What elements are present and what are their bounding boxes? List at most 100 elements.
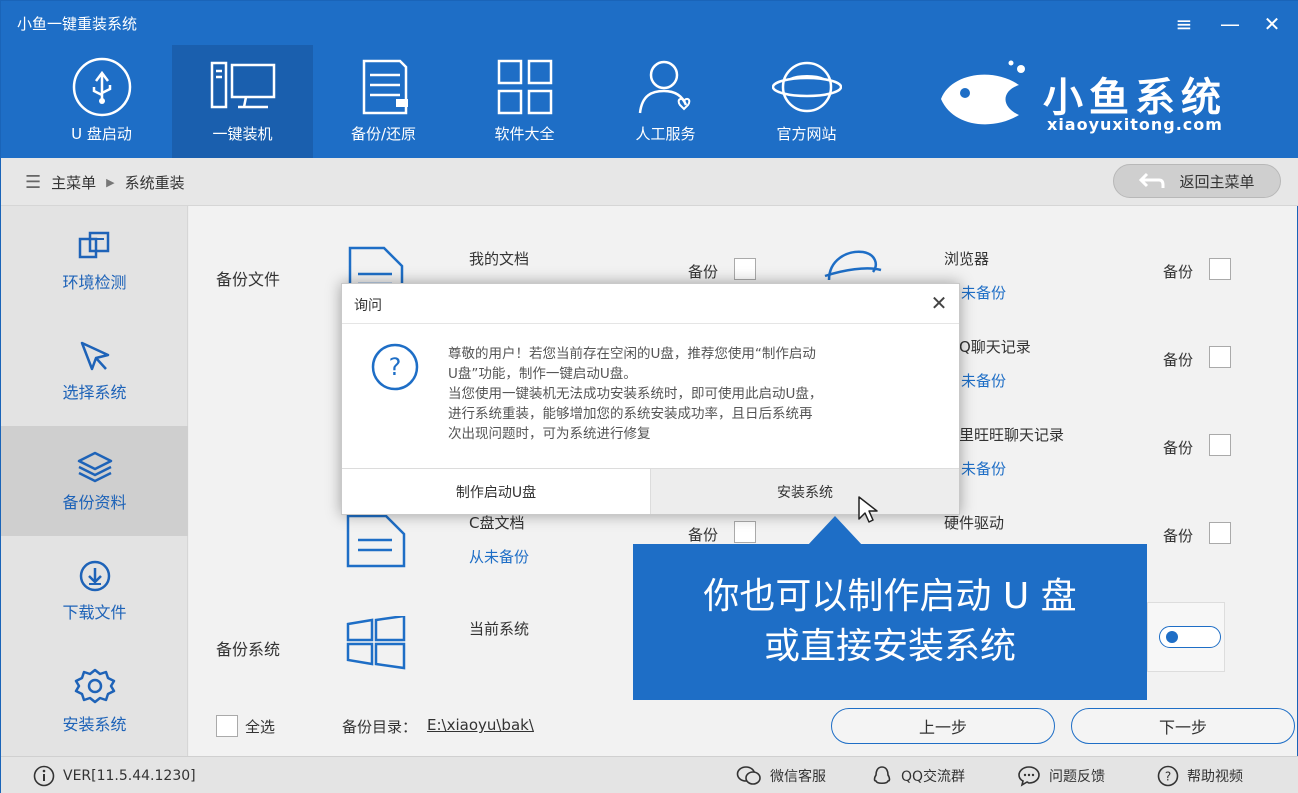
env-check-icon bbox=[78, 231, 109, 259]
sidebar-item-install[interactable]: 安装系统 bbox=[1, 646, 188, 756]
select-all-checkbox[interactable] bbox=[216, 715, 238, 737]
backup-label: 备份 bbox=[1163, 439, 1194, 457]
sidebar-label: 下载文件 bbox=[62, 603, 127, 622]
dialog-line: 尊敬的用户！若您当前存在空闲的U盘，推荐您使用“制作启动 bbox=[448, 346, 816, 362]
callout-line: 或直接安装系统 bbox=[763, 626, 1016, 667]
breadcrumb-separator: ▶ bbox=[106, 176, 115, 189]
document-icon bbox=[346, 514, 406, 568]
nav-label: 一键装机 bbox=[212, 125, 273, 143]
dialog-title: 询问 bbox=[354, 298, 382, 314]
mouse-cursor-icon bbox=[858, 496, 878, 523]
link-label: QQ交流群 bbox=[901, 769, 966, 785]
wechat-support-link[interactable]: 微信客服 bbox=[736, 765, 826, 787]
row-status: 未备份 bbox=[961, 460, 1007, 478]
nav-label: 官方网站 bbox=[776, 125, 837, 143]
download-icon bbox=[79, 560, 110, 592]
backup-label: 备份 bbox=[1163, 263, 1194, 281]
monitor-icon bbox=[208, 55, 278, 119]
callout-pointer bbox=[807, 516, 863, 546]
sidebar-item-select-system[interactable]: 选择系统 bbox=[1, 316, 188, 426]
app-title: 小鱼一键重装系统 bbox=[17, 15, 138, 33]
nav-one-click-install[interactable]: 一键装机 bbox=[172, 45, 313, 158]
dialog-line: 次出现问题时，可为系统进行修复 bbox=[448, 426, 651, 442]
cursor-icon bbox=[80, 341, 109, 371]
info-icon bbox=[33, 765, 55, 787]
row-title: 硬件驱动 bbox=[944, 514, 1005, 532]
dialog-close-icon[interactable]: ✕ bbox=[926, 290, 952, 316]
sidebar-item-env-check[interactable]: 环境检测 bbox=[1, 206, 188, 316]
back-arrow-icon bbox=[1139, 172, 1165, 188]
windows-icon bbox=[346, 616, 406, 670]
backup-checkbox[interactable] bbox=[734, 521, 756, 543]
backup-checkbox[interactable] bbox=[1209, 434, 1231, 456]
bottom-bar: 全选 备份目录： E:\xiaoyu\bak\ 上一步 下一步 bbox=[189, 704, 1297, 756]
row-title: Q聊天记录 bbox=[959, 338, 1031, 356]
backup-dir-link[interactable]: E:\xiaoyu\bak\ bbox=[427, 716, 534, 734]
backup-checkbox[interactable] bbox=[1209, 258, 1231, 280]
back-button-label: 返回主菜单 bbox=[1179, 172, 1255, 191]
dialog-message: 尊敬的用户！若您当前存在空闲的U盘，推荐您使用“制作启动 U盘”功能，制作一键启… bbox=[448, 344, 928, 444]
link-label: 帮助视频 bbox=[1187, 769, 1243, 785]
backup-label: 备份 bbox=[1163, 351, 1194, 369]
prev-step-button[interactable]: 上一步 bbox=[831, 708, 1055, 744]
menu-icon[interactable]: ≡ bbox=[1169, 9, 1199, 39]
breadcrumb-current: 系统重装 bbox=[124, 174, 185, 192]
nav-label: 人工服务 bbox=[635, 125, 696, 143]
sidebar-item-backup[interactable]: 备份资料 bbox=[1, 426, 188, 536]
sidebar-label: 环境检测 bbox=[62, 273, 127, 292]
backup-dir-label: 备份目录： bbox=[342, 718, 418, 736]
nav-backup-restore[interactable]: 备份/还原 bbox=[313, 45, 454, 158]
breadcrumb-root[interactable]: 主菜单 bbox=[51, 172, 96, 193]
row-status: 从未备份 bbox=[469, 548, 530, 566]
back-to-main-button[interactable]: 返回主菜单 bbox=[1113, 164, 1281, 198]
next-step-button[interactable]: 下一步 bbox=[1071, 708, 1295, 744]
nav-usb-boot[interactable]: U 盘启动 bbox=[31, 45, 172, 158]
svg-text:?: ? bbox=[1165, 770, 1171, 784]
question-icon: ? bbox=[371, 343, 419, 391]
top-nav: U 盘启动 一键装机 备份/还原 软件大全 人工服务 官方网站 bbox=[31, 45, 877, 158]
qq-icon bbox=[873, 766, 891, 785]
row-status: 未备份 bbox=[961, 284, 1007, 302]
version-text: VER[11.5.44.1230] bbox=[63, 768, 196, 784]
grid-icon bbox=[490, 55, 560, 119]
nav-website[interactable]: 官方网站 bbox=[736, 45, 877, 158]
backup-checkbox[interactable] bbox=[734, 258, 756, 280]
help-video-link[interactable]: ? 帮助视频 bbox=[1157, 765, 1243, 787]
sidebar-label: 安装系统 bbox=[62, 715, 127, 734]
browser-icon bbox=[824, 250, 882, 281]
tip-callout: 你也可以制作启动 U 盘 或直接安装系统 bbox=[633, 544, 1147, 700]
backup-system-toggle[interactable] bbox=[1159, 626, 1221, 648]
backup-checkbox[interactable] bbox=[1209, 522, 1231, 544]
backup-system-label: 备份系统 bbox=[216, 640, 281, 659]
install-system-button[interactable]: 安装系统 bbox=[650, 469, 959, 514]
select-all-label: 全选 bbox=[245, 718, 276, 736]
sidebar-label: 备份资料 bbox=[62, 493, 127, 512]
close-icon[interactable]: ✕ bbox=[1257, 9, 1287, 39]
backup-label: 备份 bbox=[1163, 527, 1194, 545]
row-title: 我的文档 bbox=[469, 250, 530, 268]
minimize-icon[interactable]: — bbox=[1215, 9, 1245, 39]
dialog-line: U盘”功能，制作一键启动U盘。 bbox=[448, 366, 637, 382]
row-title: C盘文档 bbox=[469, 514, 525, 532]
person-icon bbox=[631, 55, 701, 119]
document-icon bbox=[349, 55, 419, 119]
gear-icon bbox=[74, 668, 115, 704]
qq-group-link[interactable]: QQ交流群 bbox=[871, 765, 965, 787]
backup-label: 备份 bbox=[688, 526, 719, 544]
dialog-line: 进行系统重装，能够增加您的系统安装成功率，且日后系统再 bbox=[448, 406, 813, 422]
nav-label: 备份/还原 bbox=[350, 125, 417, 143]
feedback-icon bbox=[1018, 766, 1040, 787]
sidebar-item-download[interactable]: 下载文件 bbox=[1, 536, 188, 646]
nav-support[interactable]: 人工服务 bbox=[595, 45, 736, 158]
nav-software[interactable]: 软件大全 bbox=[454, 45, 595, 158]
backup-checkbox[interactable] bbox=[1209, 346, 1231, 368]
brand-url: xiaoyuxitong.com bbox=[1047, 115, 1223, 134]
make-boot-usb-button[interactable]: 制作启动U盘 bbox=[342, 469, 650, 514]
row-title: 里旺旺聊天记录 bbox=[959, 426, 1065, 444]
breadcrumb-bar: ☰ 主菜单 ▶ 系统重装 返回主菜单 bbox=[1, 158, 1298, 206]
link-label: 问题反馈 bbox=[1049, 769, 1105, 785]
row-status: 未备份 bbox=[961, 372, 1007, 390]
feedback-link[interactable]: 问题反馈 bbox=[1017, 765, 1105, 787]
svg-text:?: ? bbox=[389, 353, 402, 381]
status-bar: VER[11.5.44.1230] 微信客服 QQ交流群 问题反馈 ? 帮助视频 bbox=[1, 756, 1298, 793]
